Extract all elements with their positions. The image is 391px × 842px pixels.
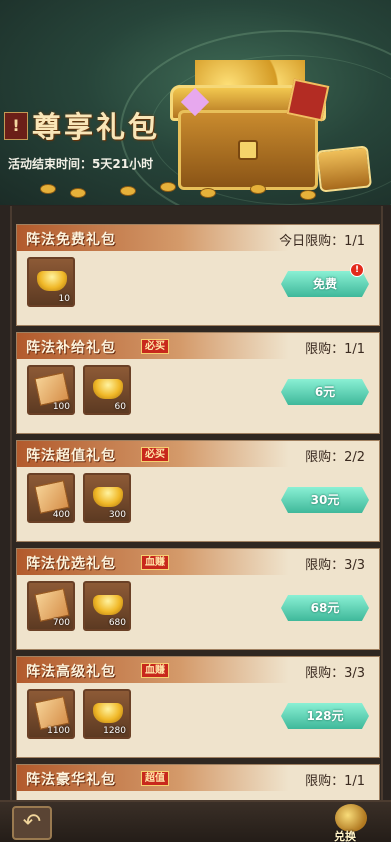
gold-ingot-icon (93, 379, 123, 399)
purchase-limit: 今日限购：1/1 (279, 234, 365, 249)
reward-slot[interactable]: 1280 (83, 689, 131, 739)
pack-name: 阵法补给礼包 (26, 340, 116, 356)
exchange-label: 兑换 (334, 830, 356, 842)
small-chest-icon (315, 145, 373, 193)
reward-qty: 400 (52, 510, 70, 520)
coin-icon (70, 188, 86, 198)
talisman-icon (286, 78, 330, 122)
reward-slot[interactable]: 100 (27, 365, 75, 415)
countdown-label: 活动结束时间： (8, 157, 93, 171)
purchase-limit: 限购：3/3 (305, 666, 365, 681)
coin-icon (120, 186, 136, 196)
event-banner: ! 尊享礼包 活动结束时间：5天21小时 (0, 0, 391, 205)
pack-tag-badge: 超值 (141, 771, 169, 786)
reward-qty: 10 (58, 294, 70, 304)
buy-button[interactable]: 68元 (281, 595, 369, 621)
reward-qty: 1280 (103, 726, 126, 736)
gold-ingot-icon (93, 595, 123, 615)
pack-tag-badge: 血赚 (141, 663, 169, 678)
pack-list[interactable]: 阵法免费礼包 今日限购：1/1 10 免费 ! 阵法补给礼包 必买 限购：1/1… (10, 206, 383, 800)
reward-slot[interactable]: 60 (83, 365, 131, 415)
info-badge[interactable]: ! (4, 112, 28, 140)
buy-button[interactable]: 128元 (281, 703, 369, 729)
countdown-value: 5天21小时 (92, 157, 154, 171)
purchase-limit: 限购：3/3 (305, 558, 365, 573)
reward-slot[interactable]: 10 (27, 257, 75, 307)
page-title: 尊享礼包 (32, 110, 161, 144)
pack-tag-badge: 必买 (141, 339, 169, 354)
coin-icon (300, 190, 316, 200)
back-button[interactable]: ↶ (12, 806, 52, 840)
reward-slot[interactable]: 400 (27, 473, 75, 523)
pack-name: 阵法豪华礼包 (26, 772, 116, 788)
gold-ingot-icon (93, 487, 123, 507)
reward-qty: 1100 (47, 726, 70, 736)
back-arrow-icon: ↶ (22, 810, 42, 835)
reward-qty: 700 (52, 618, 70, 628)
formation-scroll-icon (34, 696, 70, 730)
purchase-limit: 限购：2/2 (305, 450, 365, 465)
reward-qty: 100 (52, 402, 70, 412)
gold-ingot-icon (37, 271, 67, 291)
coin-icon (160, 182, 176, 192)
pack-tag-badge: 血赚 (141, 555, 169, 570)
pack-tag-badge: 必买 (141, 447, 169, 462)
reward-qty: 680 (108, 618, 126, 628)
pack-card-free: 阵法免费礼包 今日限购：1/1 10 免费 ! (16, 224, 380, 326)
formation-scroll-icon (34, 372, 70, 406)
gold-ingot-icon (93, 703, 123, 723)
alert-dot-icon: ! (350, 263, 364, 277)
formation-scroll-icon (34, 480, 70, 514)
pack-name: 阵法高级礼包 (26, 664, 116, 680)
pack-card-value: 阵法超值礼包 必买 限购：2/2 400 300 30元 (16, 440, 380, 542)
coin-icon (200, 188, 216, 198)
pack-card-select: 阵法优选礼包 血赚 限购：3/3 700 680 68元 (16, 548, 380, 650)
purchase-limit: 限购：1/1 (305, 342, 365, 357)
exchange-button[interactable]: 兑换 (326, 800, 376, 842)
pack-card-supply: 阵法补给礼包 必买 限购：1/1 100 60 6元 (16, 332, 380, 434)
coin-icon (250, 184, 266, 194)
reward-slot[interactable]: 680 (83, 581, 131, 631)
purchase-limit: 限购：1/1 (305, 774, 365, 789)
event-countdown: 活动结束时间：5天21小时 (8, 155, 153, 172)
buy-button[interactable]: 6元 (281, 379, 369, 405)
buy-button[interactable]: 30元 (281, 487, 369, 513)
reward-slot[interactable]: 1100 (27, 689, 75, 739)
pack-name: 阵法超值礼包 (26, 448, 116, 464)
reward-slot[interactable]: 300 (83, 473, 131, 523)
reward-slot[interactable]: 700 (27, 581, 75, 631)
reward-qty: 300 (108, 510, 126, 520)
reward-qty: 60 (114, 402, 126, 412)
chest-lock-icon (238, 140, 258, 160)
coin-icon (40, 184, 56, 194)
pack-card-advanced: 阵法高级礼包 血赚 限购：3/3 1100 1280 128元 (16, 656, 380, 758)
pack-name: 阵法优选礼包 (26, 556, 116, 572)
pack-name: 阵法免费礼包 (26, 232, 116, 248)
pack-card-luxury: 阵法豪华礼包 超值 限购：1/1 (16, 764, 380, 800)
formation-scroll-icon (34, 588, 70, 622)
